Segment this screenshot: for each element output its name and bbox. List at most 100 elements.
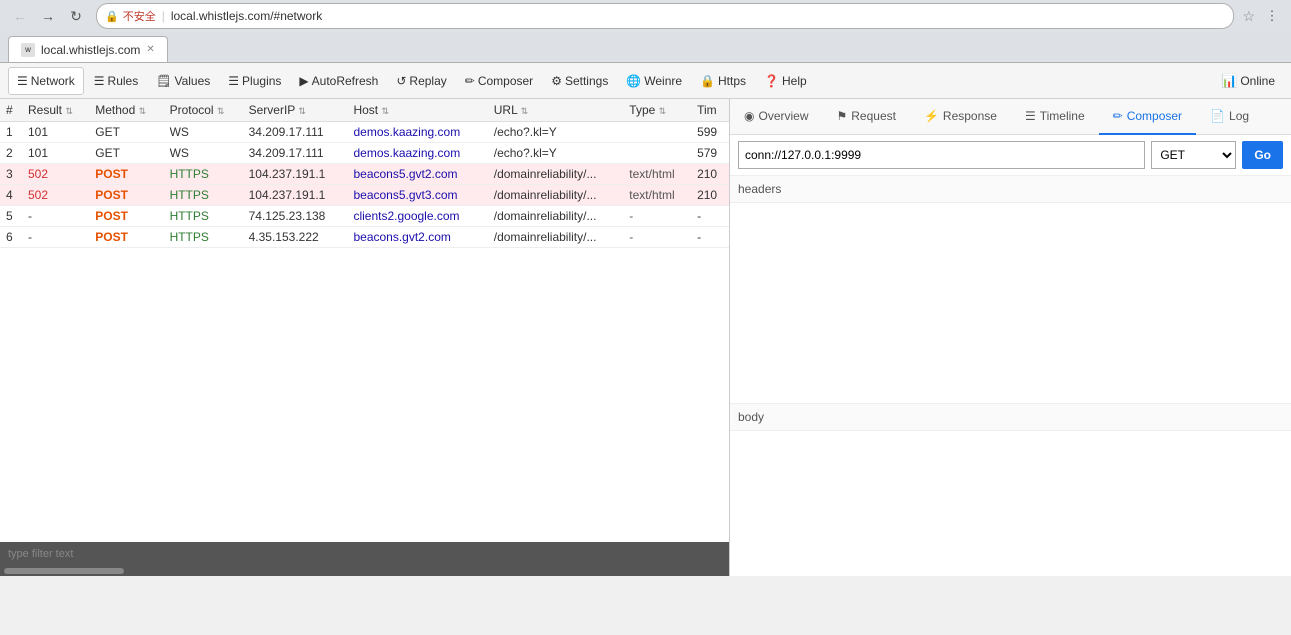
cell-host: beacons5.gvt2.com xyxy=(347,164,487,185)
https-button[interactable]: 🔒 Https xyxy=(692,67,754,95)
cell-method: POST xyxy=(89,227,163,248)
col-host[interactable]: Host ⇅ xyxy=(347,99,487,122)
cell-type: text/html xyxy=(623,185,691,206)
network-button[interactable]: ☰ Network xyxy=(8,67,84,95)
tab-log[interactable]: 📄 Log xyxy=(1196,99,1263,135)
security-label: 不安全 xyxy=(123,8,156,24)
composer-url-row: GET POST PUT DELETE PATCH HEAD OPTIONS G… xyxy=(730,135,1291,176)
table-row[interactable]: 6 - POST HTTPS 4.35.153.222 beacons.gvt2… xyxy=(0,227,729,248)
tab-request[interactable]: ⚑ Request xyxy=(823,99,910,135)
network-icon: ☰ xyxy=(17,74,28,88)
col-type[interactable]: Type ⇅ xyxy=(623,99,691,122)
col-num[interactable]: # xyxy=(0,99,22,122)
browser-tab[interactable]: w local.whistlejs.com ✕ xyxy=(8,36,168,62)
cell-serverip: 104.237.191.1 xyxy=(243,185,348,206)
tab-title: local.whistlejs.com xyxy=(41,43,140,57)
cell-time: 210 xyxy=(691,185,729,206)
cell-protocol: HTTPS xyxy=(164,185,243,206)
detail-tabs: ◉ Overview ⚑ Request ⚡ Response ☰ Timeli… xyxy=(730,99,1291,135)
address-bar-input[interactable] xyxy=(171,9,1226,23)
timeline-icon: ☰ xyxy=(1025,109,1036,123)
weinre-icon: 🌐 xyxy=(626,74,641,88)
table-header: # Result ⇅ Method ⇅ Protocol ⇅ ServerIP … xyxy=(0,99,729,122)
log-icon: 📄 xyxy=(1210,109,1225,123)
composer-icon: ✏ xyxy=(465,74,475,88)
composer-tab-icon: ✏ xyxy=(1113,109,1123,123)
tab-response[interactable]: ⚡ Response xyxy=(910,99,1011,135)
cell-url: /domainreliability/... xyxy=(488,227,624,248)
autorefresh-button[interactable]: ▶ AutoRefresh xyxy=(291,67,386,95)
col-protocol[interactable]: Protocol ⇅ xyxy=(164,99,243,122)
filter-input[interactable] xyxy=(8,548,208,560)
cell-result: 101 xyxy=(22,143,89,164)
table-row[interactable]: 3 502 POST HTTPS 104.237.191.1 beacons5.… xyxy=(0,164,729,185)
bookmark-icon[interactable]: ☆ xyxy=(1242,8,1255,25)
replay-icon: ↺ xyxy=(396,74,406,88)
cell-method: GET xyxy=(89,122,163,143)
cell-time: - xyxy=(691,206,729,227)
cell-method: POST xyxy=(89,164,163,185)
col-serverip[interactable]: ServerIP ⇅ xyxy=(243,99,348,122)
cell-time: 210 xyxy=(691,164,729,185)
cell-serverip: 4.35.153.222 xyxy=(243,227,348,248)
weinre-button[interactable]: 🌐 Weinre xyxy=(618,67,690,95)
cell-num: 6 xyxy=(0,227,22,248)
col-time[interactable]: Tim xyxy=(691,99,729,122)
values-button[interactable]: 🗒 Values xyxy=(148,67,218,95)
cell-time: - xyxy=(691,227,729,248)
refresh-button[interactable]: ↻ xyxy=(64,4,88,28)
col-url[interactable]: URL ⇅ xyxy=(488,99,624,122)
cell-protocol: HTTPS xyxy=(164,164,243,185)
col-method[interactable]: Method ⇅ xyxy=(89,99,163,122)
online-icon: 📊 xyxy=(1221,73,1237,89)
rules-icon: ☰ xyxy=(94,74,105,88)
back-button[interactable]: ← xyxy=(8,4,32,28)
autorefresh-icon: ▶ xyxy=(299,74,308,88)
tab-timeline[interactable]: ☰ Timeline xyxy=(1011,99,1099,135)
plugins-icon: ☰ xyxy=(228,74,239,88)
tab-favicon: w xyxy=(21,43,35,57)
request-icon: ⚑ xyxy=(837,109,848,123)
tab-composer[interactable]: ✏ Composer xyxy=(1099,99,1196,135)
plugins-button[interactable]: ☰ Plugins xyxy=(220,67,289,95)
cell-url: /domainreliability/... xyxy=(488,206,624,227)
https-icon: 🔒 xyxy=(700,74,715,88)
cell-host: demos.kaazing.com xyxy=(347,122,487,143)
cell-protocol: WS xyxy=(164,143,243,164)
rules-button[interactable]: ☰ Rules xyxy=(86,67,146,95)
col-result[interactable]: Result ⇅ xyxy=(22,99,89,122)
security-icon: 🔒 xyxy=(105,10,119,23)
cell-result: - xyxy=(22,206,89,227)
cell-type: - xyxy=(623,227,691,248)
composer-url-input[interactable] xyxy=(738,141,1145,169)
method-select[interactable]: GET POST PUT DELETE PATCH HEAD OPTIONS xyxy=(1151,141,1236,169)
horizontal-scrollbar[interactable] xyxy=(0,566,729,576)
replay-button[interactable]: ↺ Replay xyxy=(388,67,454,95)
forward-button[interactable]: → xyxy=(36,4,60,28)
cell-type xyxy=(623,122,691,143)
cell-url: /echo?.kl=Y xyxy=(488,122,624,143)
cell-serverip: 104.237.191.1 xyxy=(243,164,348,185)
values-icon: 🗒 xyxy=(156,74,171,88)
cell-type xyxy=(623,143,691,164)
cell-protocol: WS xyxy=(164,122,243,143)
close-tab-icon[interactable]: ✕ xyxy=(146,44,154,55)
cell-url: /domainreliability/... xyxy=(488,164,624,185)
help-button[interactable]: ❓ Help xyxy=(756,67,815,95)
cell-host: demos.kaazing.com xyxy=(347,143,487,164)
table-row[interactable]: 1 101 GET WS 34.209.17.111 demos.kaazing… xyxy=(0,122,729,143)
browser-menu-button[interactable]: ⋮ xyxy=(1261,5,1283,27)
online-status: 📊 Online xyxy=(1213,71,1283,91)
cell-serverip: 34.209.17.111 xyxy=(243,143,348,164)
table-row[interactable]: 5 - POST HTTPS 74.125.23.138 clients2.go… xyxy=(0,206,729,227)
go-button[interactable]: Go xyxy=(1242,141,1283,169)
cell-serverip: 34.209.17.111 xyxy=(243,122,348,143)
table-row[interactable]: 4 502 POST HTTPS 104.237.191.1 beacons5.… xyxy=(0,185,729,206)
scroll-thumb[interactable] xyxy=(4,568,124,574)
tab-overview[interactable]: ◉ Overview xyxy=(730,99,823,135)
cell-num: 1 xyxy=(0,122,22,143)
composer-button[interactable]: ✏ Composer xyxy=(457,67,541,95)
table-row[interactable]: 2 101 GET WS 34.209.17.111 demos.kaazing… xyxy=(0,143,729,164)
overview-icon: ◉ xyxy=(744,109,754,123)
settings-button[interactable]: ⚙ Settings xyxy=(543,67,616,95)
